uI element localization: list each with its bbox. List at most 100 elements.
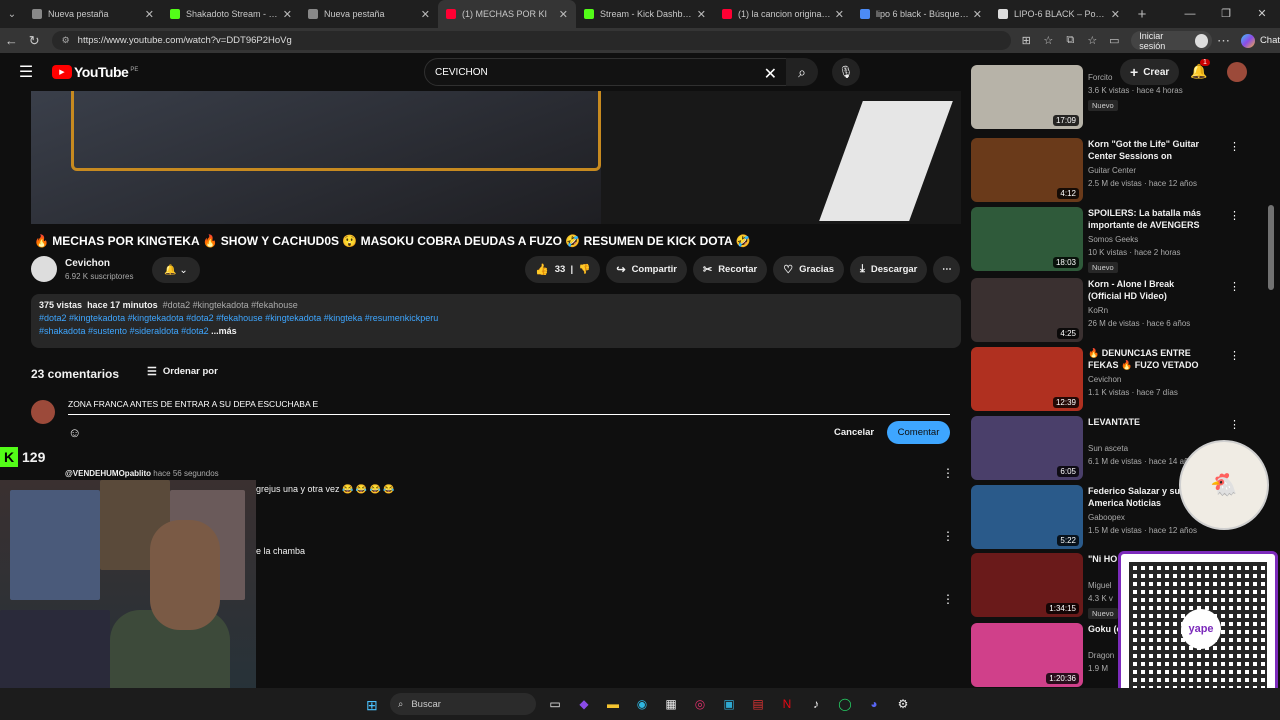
recommended-title[interactable]: SPOILERS: La batalla más importante de A…: [1088, 207, 1206, 232]
video-player[interactable]: [31, 91, 961, 224]
video-thumbnail[interactable]: 1:20:36: [971, 623, 1083, 687]
youtube-logo[interactable]: ▶ YouTube PE: [52, 64, 138, 80]
search-input[interactable]: CEVICHON ✕: [424, 58, 788, 86]
more-options-icon[interactable]: ⋮: [1229, 209, 1240, 222]
comment-username[interactable]: @VENDEHUMOpablito: [65, 469, 151, 478]
browser-tab[interactable]: (1) la cancion originanal de ✕: [714, 0, 852, 28]
task-view-icon[interactable]: ▭: [545, 694, 565, 714]
edge-icon[interactable]: ◉: [632, 694, 652, 714]
new-tab-button[interactable]: +: [1128, 6, 1156, 23]
back-icon[interactable]: ←: [0, 33, 23, 48]
copilot-icon[interactable]: ◆: [574, 694, 594, 714]
recommended-title[interactable]: Korn - Alone I Break (Official HD Video): [1088, 278, 1206, 302]
favorites-icon[interactable]: ☆: [1081, 34, 1103, 47]
browser-tab[interactable]: Nueva pestaña ✕: [300, 0, 438, 28]
collections-icon[interactable]: ▭: [1103, 34, 1125, 47]
extensions-icon[interactable]: ⧉: [1059, 34, 1081, 47]
more-actions-button[interactable]: ⋯: [933, 256, 961, 283]
browser-tab[interactable]: Nueva pestaña ✕: [24, 0, 162, 28]
reload-icon[interactable]: ↻: [23, 33, 46, 49]
cancel-button[interactable]: Cancelar: [830, 423, 878, 442]
recommended-channel[interactable]: Guitar Center: [1088, 166, 1136, 175]
close-window-icon[interactable]: ✕: [1244, 0, 1280, 28]
video-thumbnail[interactable]: 5:22: [971, 485, 1083, 549]
document-icon[interactable]: ▤: [748, 694, 768, 714]
recommended-channel[interactable]: Forcito: [1088, 73, 1112, 82]
netflix-icon[interactable]: N: [777, 694, 797, 714]
bell-icon[interactable]: 🔔 1: [1190, 59, 1210, 80]
maximize-icon[interactable]: ❐: [1208, 0, 1244, 28]
recommended-title[interactable]: LEVANTATE: [1088, 416, 1206, 428]
recommended-channel[interactable]: Sun asceta: [1088, 444, 1128, 453]
minimize-icon[interactable]: —: [1172, 0, 1208, 28]
video-thumbnail[interactable]: 18:03: [971, 207, 1083, 271]
copilot-chat-button[interactable]: Chat: [1240, 33, 1280, 48]
recommended-channel[interactable]: Dragon: [1088, 651, 1114, 660]
video-thumbnail[interactable]: 6:05: [971, 416, 1083, 480]
recommended-channel[interactable]: Gaboopex: [1088, 513, 1125, 522]
hashtags-line-1[interactable]: #dota2 #kingtekadota #kingtekadota #dota…: [39, 313, 953, 323]
taskbar-search[interactable]: ⌕ Buscar: [390, 693, 536, 715]
channel-name[interactable]: Cevichon: [65, 258, 110, 269]
video-thumbnail[interactable]: 12:39: [971, 347, 1083, 411]
site-info-icon[interactable]: ⚙: [62, 35, 70, 46]
recommended-channel[interactable]: Somos Geeks: [1088, 235, 1138, 244]
sort-comments-button[interactable]: ☰ Ordenar por: [147, 365, 218, 378]
star-icon[interactable]: ☆: [1037, 34, 1059, 47]
more-options-icon[interactable]: ⋮: [1229, 349, 1240, 362]
show-more-link[interactable]: ...más: [211, 326, 237, 336]
close-tab-icon[interactable]: ✕: [697, 8, 706, 21]
comment-more-icon[interactable]: ⋮: [942, 466, 954, 480]
tiktok-icon[interactable]: ♪: [806, 694, 826, 714]
file-explorer-icon[interactable]: ▬: [603, 694, 623, 714]
recommended-title[interactable]: Korn "Got the Life" Guitar Center Sessio…: [1088, 138, 1206, 163]
whatsapp-icon[interactable]: ◯: [835, 694, 855, 714]
more-options-icon[interactable]: ⋮: [1229, 140, 1240, 153]
like-button[interactable]: 👍 33 | 👎: [525, 256, 601, 283]
download-button[interactable]: ⤓ Descargar: [850, 256, 928, 283]
close-tab-icon[interactable]: ✕: [283, 8, 292, 21]
clip-button[interactable]: ✂ Recortar: [692, 256, 768, 283]
close-tab-icon[interactable]: ✕: [559, 8, 568, 21]
store-icon[interactable]: ▦: [661, 694, 681, 714]
close-tab-icon[interactable]: ✕: [421, 8, 430, 21]
create-button[interactable]: + Crear: [1120, 59, 1180, 85]
video-thumbnail[interactable]: 4:25: [971, 278, 1083, 342]
browser-tab[interactable]: (1) MECHAS POR KI ✕: [438, 0, 576, 28]
video-thumbnail[interactable]: 4:12: [971, 138, 1083, 202]
signin-button[interactable]: Iniciar sesión: [1131, 31, 1213, 51]
menu-icon[interactable]: ☰: [0, 62, 52, 82]
more-icon[interactable]: ⋯: [1212, 33, 1235, 49]
thumbs-down-icon[interactable]: 👎: [579, 264, 591, 275]
channel-avatar[interactable]: [31, 256, 57, 282]
more-options-icon[interactable]: ⋮: [1229, 280, 1240, 293]
comment-more-icon[interactable]: ⋮: [942, 529, 954, 543]
recommended-channel[interactable]: KoRn: [1088, 306, 1108, 315]
close-tab-icon[interactable]: ✕: [1111, 8, 1120, 21]
close-tab-icon[interactable]: ✕: [835, 8, 844, 21]
scrollbar[interactable]: [1268, 205, 1274, 290]
video-thumbnail[interactable]: 17:09: [971, 65, 1083, 129]
close-tab-icon[interactable]: ✕: [973, 8, 982, 21]
browser-tab[interactable]: Shakadoto Stream - Watch L ✕: [162, 0, 300, 28]
inline-tags[interactable]: #dota2 #kingtekadota #fekahouse: [163, 300, 298, 310]
comment-submit-button[interactable]: Comentar: [887, 421, 950, 444]
comment-more-icon[interactable]: ⋮: [942, 592, 954, 606]
instagram-icon[interactable]: ◎: [690, 694, 710, 714]
settings-icon[interactable]: ⚙: [893, 694, 913, 714]
browser-tab[interactable]: LIPO-6 BLACK – Powerful Fa ✕: [990, 0, 1128, 28]
comment-author[interactable]: @VENDEHUMOpablito hace 56 segundos: [65, 469, 219, 478]
microphone-icon[interactable]: 🎙: [832, 58, 860, 86]
thanks-button[interactable]: ♡ Gracias: [773, 256, 845, 283]
recommended-channel[interactable]: Miguel: [1088, 581, 1112, 590]
recommended-title[interactable]: 🔥 DENUNC1AS ENTRE FEKAS 🔥 FUZO VETADO DE…: [1088, 347, 1206, 372]
more-options-icon[interactable]: ⋮: [1229, 418, 1240, 431]
avatar[interactable]: [1227, 62, 1247, 82]
tab-search-icon[interactable]: ⌄: [0, 0, 24, 28]
browser-tab[interactable]: lipo 6 black - Búsqueda ✕: [852, 0, 990, 28]
video-thumbnail[interactable]: 1:34:15: [971, 553, 1083, 617]
windows-start-icon[interactable]: ⊞: [366, 697, 378, 714]
app-icon[interactable]: ▣: [719, 694, 739, 714]
notification-settings-button[interactable]: 🔔 ⌄: [152, 257, 200, 283]
clear-search-icon[interactable]: ✕: [764, 64, 777, 84]
